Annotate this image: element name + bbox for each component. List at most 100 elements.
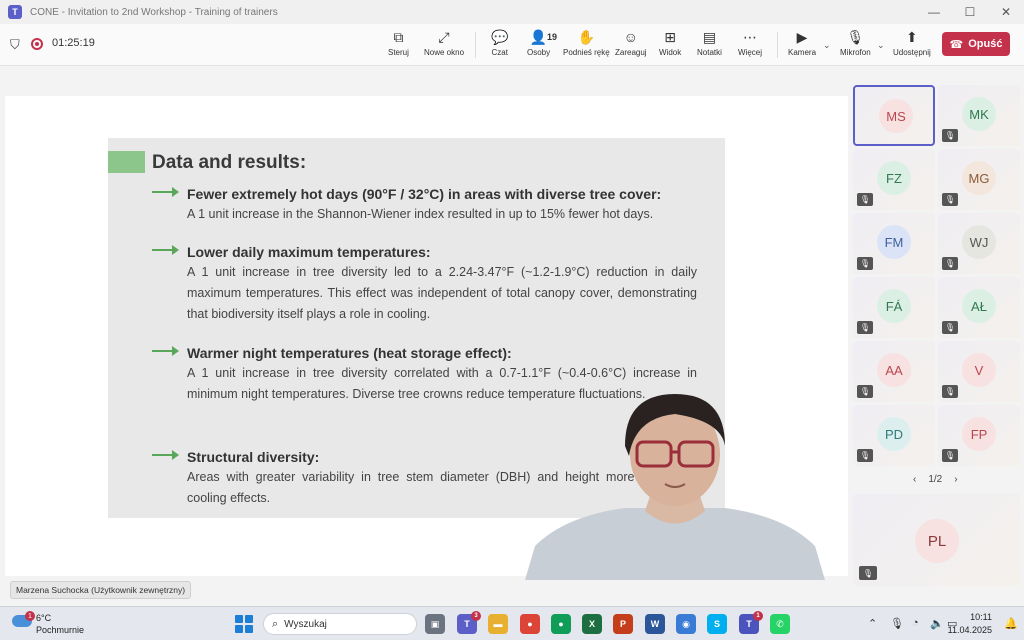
minimize-icon[interactable]: —: [916, 0, 952, 24]
avatar: AŁ: [962, 289, 996, 323]
avatar: FZ: [877, 161, 911, 195]
more-button[interactable]: ⋯ Więcej: [738, 28, 762, 62]
participant-tile[interactable]: MK 🎙: [938, 85, 1020, 146]
whatsapp-app-icon[interactable]: ✆: [770, 614, 790, 634]
control-button[interactable]: ⧉ Steruj: [388, 28, 409, 62]
arrow-right-icon: [152, 449, 179, 461]
shield-icon: ⛉: [10, 37, 20, 52]
chevron-right-icon[interactable]: ›: [954, 474, 957, 485]
slide-title: Data and results:: [152, 152, 307, 173]
mic-muted-icon[interactable]: 🎙: [890, 617, 904, 630]
share-button[interactable]: ⬆ Udostępnij: [893, 28, 931, 62]
participant-tile[interactable]: PD 🎙: [853, 405, 935, 466]
participants-panel: MS MK 🎙 FZ 🎙 MG 🎙 FM 🎙 WJ 🎙 FÁ 🎙 AŁ 🎙 AA…: [850, 66, 1024, 606]
chat-button[interactable]: 💬 Czat: [491, 28, 508, 62]
react-button[interactable]: ☺ Zareaguj: [615, 28, 647, 62]
window-title: CONE - Invitation to 2nd Workshop - Trai…: [30, 6, 278, 18]
slide-point-heading: Lower daily maximum temperatures:: [187, 244, 431, 260]
word-app-icon[interactable]: W: [645, 614, 665, 634]
mic-muted-icon: 🎙: [857, 257, 873, 270]
avatar: MS: [879, 99, 913, 133]
participant-tile[interactable]: MG 🎙: [938, 149, 1020, 210]
powerpoint-app-icon[interactable]: P: [613, 614, 633, 634]
windows-start-icon[interactable]: [235, 615, 253, 633]
react-icon: ☺: [623, 29, 638, 45]
presenter-video: [525, 386, 825, 580]
toolbar-divider: [475, 32, 476, 58]
taskbar-clock[interactable]: 10:11 11.04.2025: [948, 611, 992, 637]
mic-muted-icon: 🎙: [859, 566, 877, 580]
task-view-icon[interactable]: ▣: [425, 614, 445, 634]
participant-tile[interactable]: FÁ 🎙: [853, 277, 935, 338]
view-button[interactable]: ⊞ Widok: [659, 28, 681, 62]
people-button[interactable]: 👤 19 Osoby: [527, 28, 557, 62]
participant-tile[interactable]: FZ 🎙: [853, 149, 935, 210]
participant-tile[interactable]: AA 🎙: [853, 341, 935, 402]
mic-muted-icon: 🎙: [857, 193, 873, 206]
chrome-app-icon[interactable]: ●: [520, 614, 540, 634]
chevron-left-icon[interactable]: ‹: [913, 474, 916, 485]
slide-point: Lower daily maximum temperatures: A 1 un…: [152, 244, 712, 325]
skype-app-icon[interactable]: S: [707, 614, 727, 634]
mic-muted-icon: 🎙: [857, 321, 873, 334]
file-explorer-icon[interactable]: ▬: [488, 614, 508, 634]
participant-tile[interactable]: MS: [853, 85, 935, 146]
chat-icon: 💬: [491, 29, 509, 45]
mic-muted-icon: 🎙: [942, 257, 958, 270]
new-window-button[interactable]: ⤢ Nowe okno: [424, 28, 464, 62]
maximize-icon[interactable]: ☐: [952, 0, 988, 24]
wifi-icon[interactable]: ◔: [912, 617, 919, 629]
taskbar-search[interactable]: ⌕ Wyszukaj: [263, 613, 417, 635]
weather-condition: Pochmurnie: [36, 625, 85, 635]
mic-options-chevron-icon[interactable]: ⌄: [877, 40, 885, 51]
raise-hand-icon: ✋: [577, 29, 596, 45]
avatar: PL: [915, 519, 959, 563]
recording-icon: [31, 38, 43, 50]
chevron-up-icon[interactable]: ⌃: [868, 617, 877, 630]
avatar: AA: [877, 353, 911, 387]
participants-pager: ‹ 1/2 ›: [913, 474, 958, 485]
mic-muted-icon: 🎙: [942, 129, 958, 142]
participant-tile[interactable]: AŁ 🎙: [938, 277, 1020, 338]
teams-app-icon[interactable]: T3: [457, 611, 481, 634]
notes-button[interactable]: ▤ Notatki: [697, 28, 722, 62]
slide-point: Fewer extremely hot days (90°F / 32°C) i…: [152, 186, 712, 225]
notes-icon: ▤: [702, 29, 717, 45]
avatar: FP: [962, 417, 996, 451]
teams-logo-icon: T: [8, 5, 22, 19]
arrow-right-icon: [152, 345, 179, 357]
app-badge: 1: [753, 611, 763, 621]
participant-tile[interactable]: FM 🎙: [853, 213, 935, 274]
close-icon[interactable]: ✕: [988, 0, 1024, 24]
chrome-app-icon[interactable]: ●: [551, 614, 571, 634]
camera-button[interactable]: ▶ Kamera: [788, 28, 816, 62]
raise-hand-button[interactable]: ✋ Podnieś rękę: [563, 28, 610, 62]
weather-badge: 1: [25, 611, 35, 621]
leave-button[interactable]: ☎ Opuść: [942, 32, 1010, 56]
participant-tile-large[interactable]: PL 🎙: [853, 494, 1020, 586]
new-window-icon: ⤢: [438, 29, 450, 45]
control-icon: ⧉: [393, 29, 404, 45]
microphone-button[interactable]: 🎙 Mikrofon: [840, 28, 871, 62]
view-icon: ⊞: [664, 29, 676, 45]
people-icon: 👤: [529, 29, 548, 45]
participant-tile[interactable]: WJ 🎙: [938, 213, 1020, 274]
share-icon: ⬆: [906, 29, 918, 45]
clock-time: 10:11: [970, 612, 992, 622]
search-placeholder: Wyszukaj: [284, 618, 327, 630]
clock-date: 11.04.2025: [947, 625, 992, 635]
meeting-timer: 01:25:19: [52, 37, 95, 49]
excel-app-icon[interactable]: X: [582, 614, 602, 634]
mic-off-icon: 🎙: [846, 29, 865, 45]
notifications-icon[interactable]: 🔔: [1004, 617, 1018, 630]
camera-options-chevron-icon[interactable]: ⌄: [823, 40, 831, 51]
volume-icon[interactable]: 🔈: [930, 617, 944, 630]
phone-hangup-icon: ☎: [949, 38, 964, 51]
participant-tile[interactable]: FP 🎙: [938, 405, 1020, 466]
participant-tile[interactable]: V 🎙: [938, 341, 1020, 402]
slide-point-heading: Fewer extremely hot days (90°F / 32°C) i…: [187, 186, 662, 202]
arrow-right-icon: [152, 244, 179, 256]
meeting-stage: Data and results: Fewer extremely hot da…: [0, 66, 850, 606]
teams-app-icon[interactable]: T1: [739, 611, 763, 634]
globe-app-icon[interactable]: ◉: [676, 614, 696, 634]
